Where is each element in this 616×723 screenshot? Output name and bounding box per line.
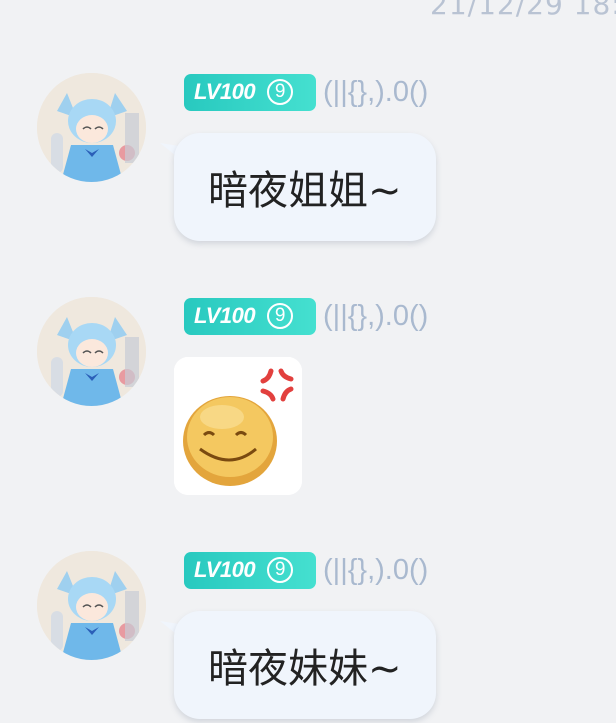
level-circle-icon: 9 <box>267 303 294 329</box>
avatar[interactable] <box>37 297 146 406</box>
sender-nickname[interactable]: (||{},).0() <box>323 300 428 333</box>
avatar-image <box>37 297 146 406</box>
sender-info: LV100 9 (||{},).0() <box>184 297 428 335</box>
level-label: LV100 <box>194 79 256 104</box>
level-badge: LV100 9 <box>184 297 316 335</box>
level-circle-icon: 9 <box>267 79 294 105</box>
message-text: 暗夜姐姐~ <box>208 168 402 214</box>
level-label: LV100 <box>194 557 256 582</box>
sender-nickname[interactable]: (||{},).0() <box>323 76 428 109</box>
level-badge: LV100 9 <box>184 73 316 111</box>
avatar-image <box>37 551 146 660</box>
avatar-image <box>37 73 146 182</box>
sender-nickname[interactable]: (||{},).0() <box>323 554 428 587</box>
avatar[interactable] <box>37 73 146 182</box>
message-bubble[interactable]: 暗夜妹妹~ <box>174 611 436 719</box>
angry-smiley-sticker[interactable] <box>174 357 302 495</box>
level-label: LV100 <box>194 303 256 328</box>
sender-info: LV100 9 (||{},).0() <box>184 551 428 589</box>
angry-smiley-face-icon <box>174 357 302 495</box>
level-badge: LV100 9 <box>184 551 316 589</box>
message-timestamp: 21/12/29 18: <box>430 0 616 21</box>
level-circle-icon: 9 <box>267 557 294 583</box>
message-bubble[interactable]: 暗夜姐姐~ <box>174 133 436 241</box>
message-text: 暗夜妹妹~ <box>208 646 402 692</box>
avatar[interactable] <box>37 551 146 660</box>
sender-info: LV100 9 (||{},).0() <box>184 73 428 111</box>
